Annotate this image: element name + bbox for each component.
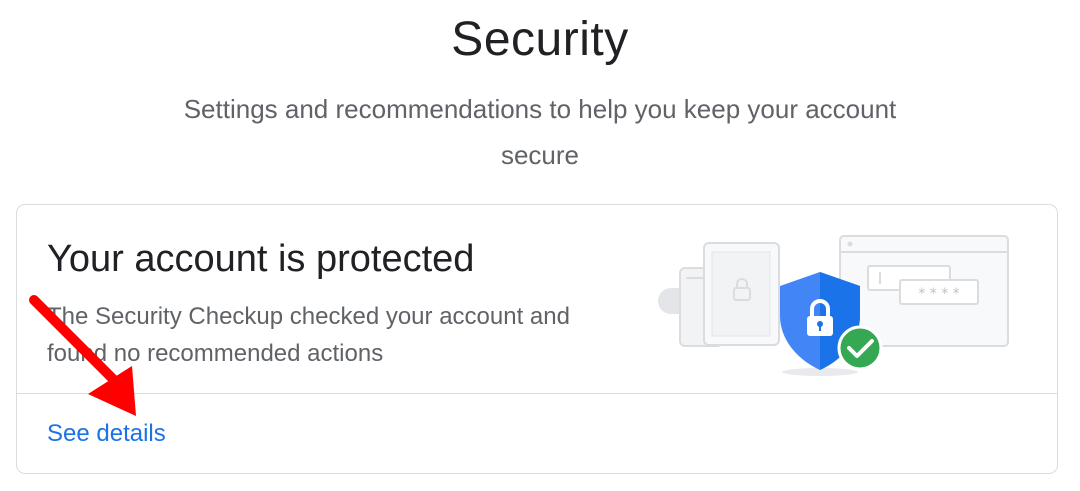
see-details-link[interactable]: See details bbox=[47, 420, 166, 448]
password-field-icon: * * * * bbox=[899, 279, 979, 305]
page-subtitle: Settings and recommendations to help you… bbox=[183, 94, 897, 170]
security-illustration: * * * * bbox=[658, 235, 1009, 376]
card-divider bbox=[17, 393, 1057, 394]
security-page: Security Settings and recommendations to… bbox=[0, 0, 1080, 491]
page-title: Security bbox=[451, 13, 629, 66]
tablet-icon bbox=[703, 242, 780, 346]
checkmark-icon bbox=[837, 325, 883, 371]
card-description: The Security Checkup checked your accoun… bbox=[47, 303, 570, 367]
password-mask: * * * * bbox=[918, 286, 959, 302]
card-heading: Your account is protected bbox=[47, 238, 475, 280]
